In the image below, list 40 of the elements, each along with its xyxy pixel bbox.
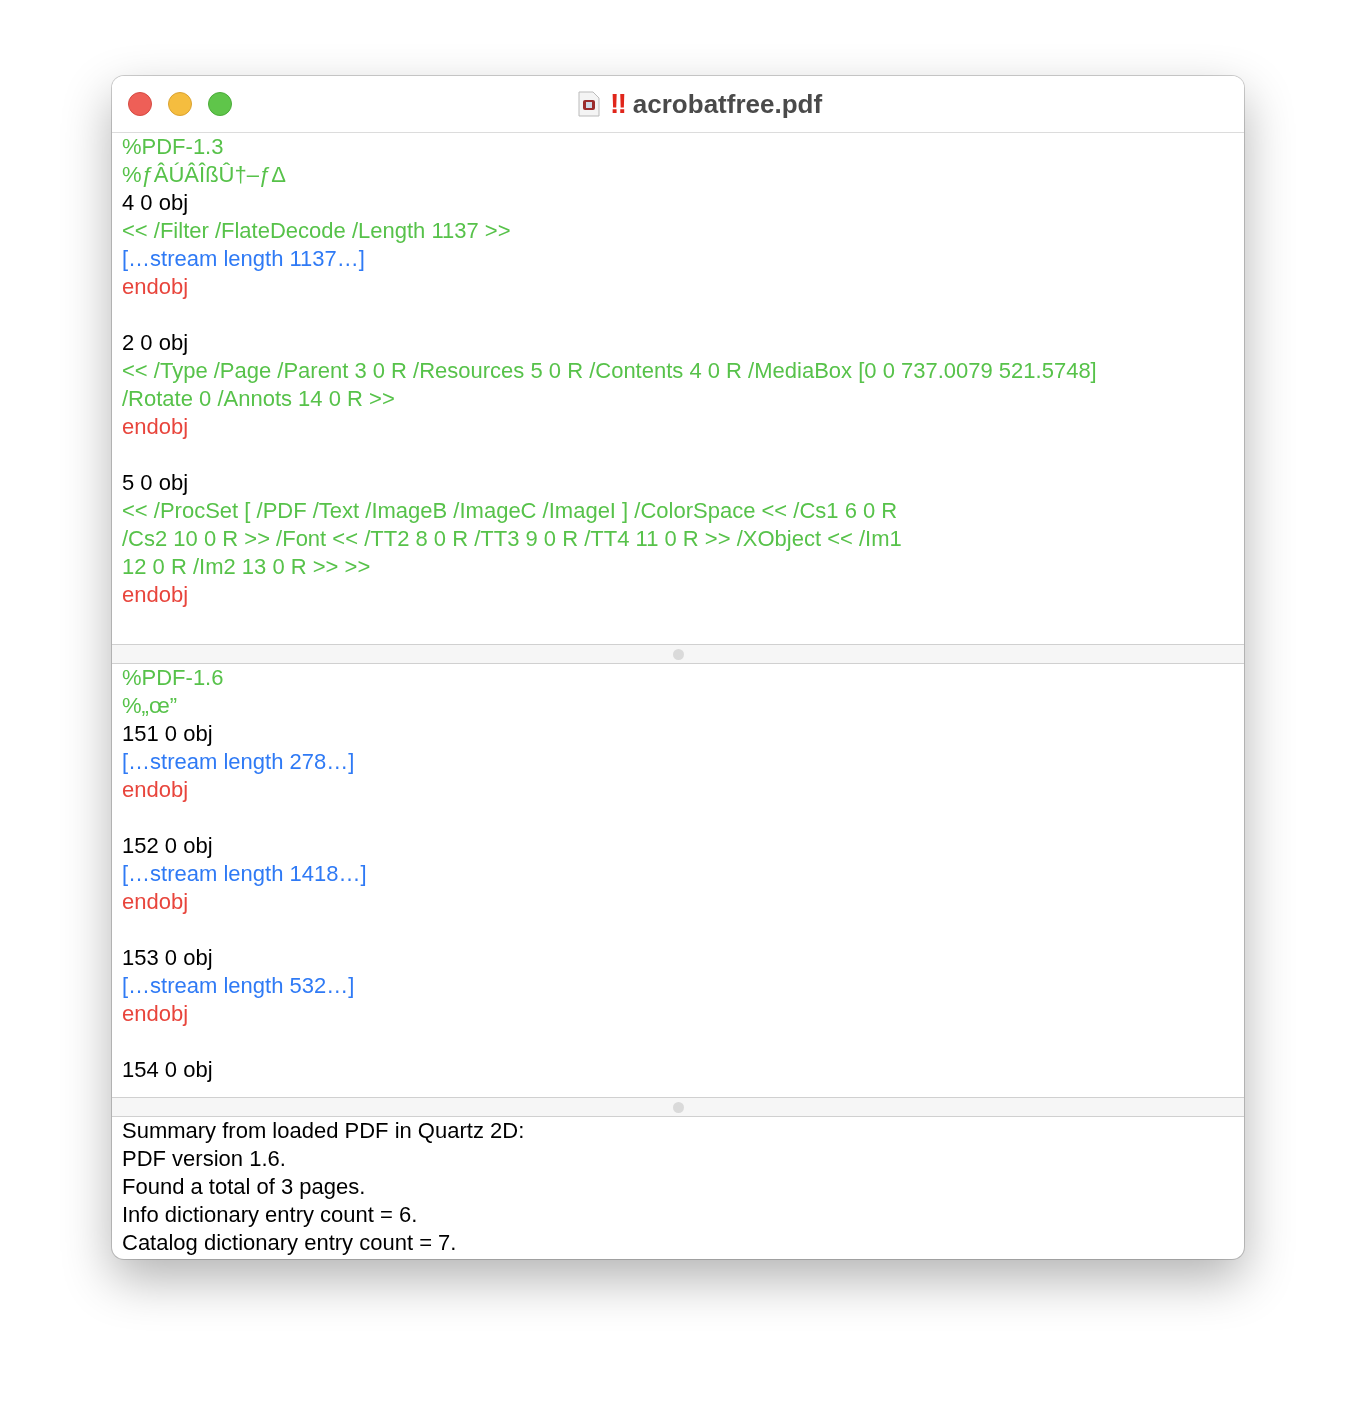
code-line: 154 0 obj (122, 1056, 214, 1084)
divider-handle[interactable] (672, 648, 684, 660)
code-line: endobj (122, 1000, 190, 1028)
summary-line: Found a total of 3 pages. (122, 1173, 367, 1201)
document-icon (577, 91, 600, 117)
code-line: […stream length 1137…] (122, 245, 366, 273)
divider-handle[interactable] (672, 1101, 684, 1113)
window-title: acrobatfree.pdf (632, 88, 823, 120)
zoom-button[interactable] (208, 92, 232, 116)
code-line: […stream length 532…] (122, 972, 356, 1000)
code-line: 5 0 obj (122, 469, 190, 497)
code-line: endobj (122, 888, 190, 916)
summary-line: Info dictionary entry count = 6. (122, 1201, 419, 1229)
summary-line: Catalog dictionary entry count = 7. (122, 1229, 458, 1257)
code-line: %„œ” (122, 692, 178, 720)
code-line: << /Filter /FlateDecode /Length 1137 >> (122, 217, 512, 245)
code-line: << /ProcSet [ /PDF /Text /ImageB /ImageC /ImageI ] /ColorSpace << /Cs1 6 0 R (122, 497, 899, 525)
code-line: 153 0 obj (122, 944, 214, 972)
code-line: %PDF-1.3 (122, 133, 225, 161)
code-line: 4 0 obj (122, 189, 190, 217)
close-button[interactable] (128, 92, 152, 116)
code-line: […stream length 1418…] (122, 860, 368, 888)
code-line: 12 0 R /Im2 13 0 R >> >> (122, 553, 372, 581)
code-line: endobj (122, 273, 190, 301)
code-line: /Cs2 10 0 R >> /Font << /TT2 8 0 R /TT3 9 0 R /TT4 11 0 R >> /XObject << /Im1 (122, 525, 903, 553)
code-line: […stream length 278…] (122, 748, 356, 776)
summary-line: PDF version 1.6. (122, 1145, 287, 1173)
code-line: endobj (122, 413, 190, 441)
code-line: %ƒÂÚÂÎßÛ†–ƒΔ (122, 161, 287, 189)
minimize-button[interactable] (168, 92, 192, 116)
alert-marks: ‼ (609, 88, 623, 120)
code-line: << /Type /Page /Parent 3 0 R /Resources 5 0 R /Contents 4 0 R /MediaBox [0 0 737.0079 521.5748] (122, 357, 1098, 385)
code-line: endobj (122, 776, 190, 804)
code-line: endobj (122, 581, 190, 609)
code-line: 2 0 obj (122, 329, 190, 357)
code-line: %PDF-1.6 (122, 664, 225, 692)
summary-line: Summary from loaded PDF in Quartz 2D: (122, 1117, 526, 1145)
code-line: /Rotate 0 /Annots 14 0 R >> (122, 385, 396, 413)
code-line: 151 0 obj (122, 720, 214, 748)
code-line: 152 0 obj (122, 832, 214, 860)
